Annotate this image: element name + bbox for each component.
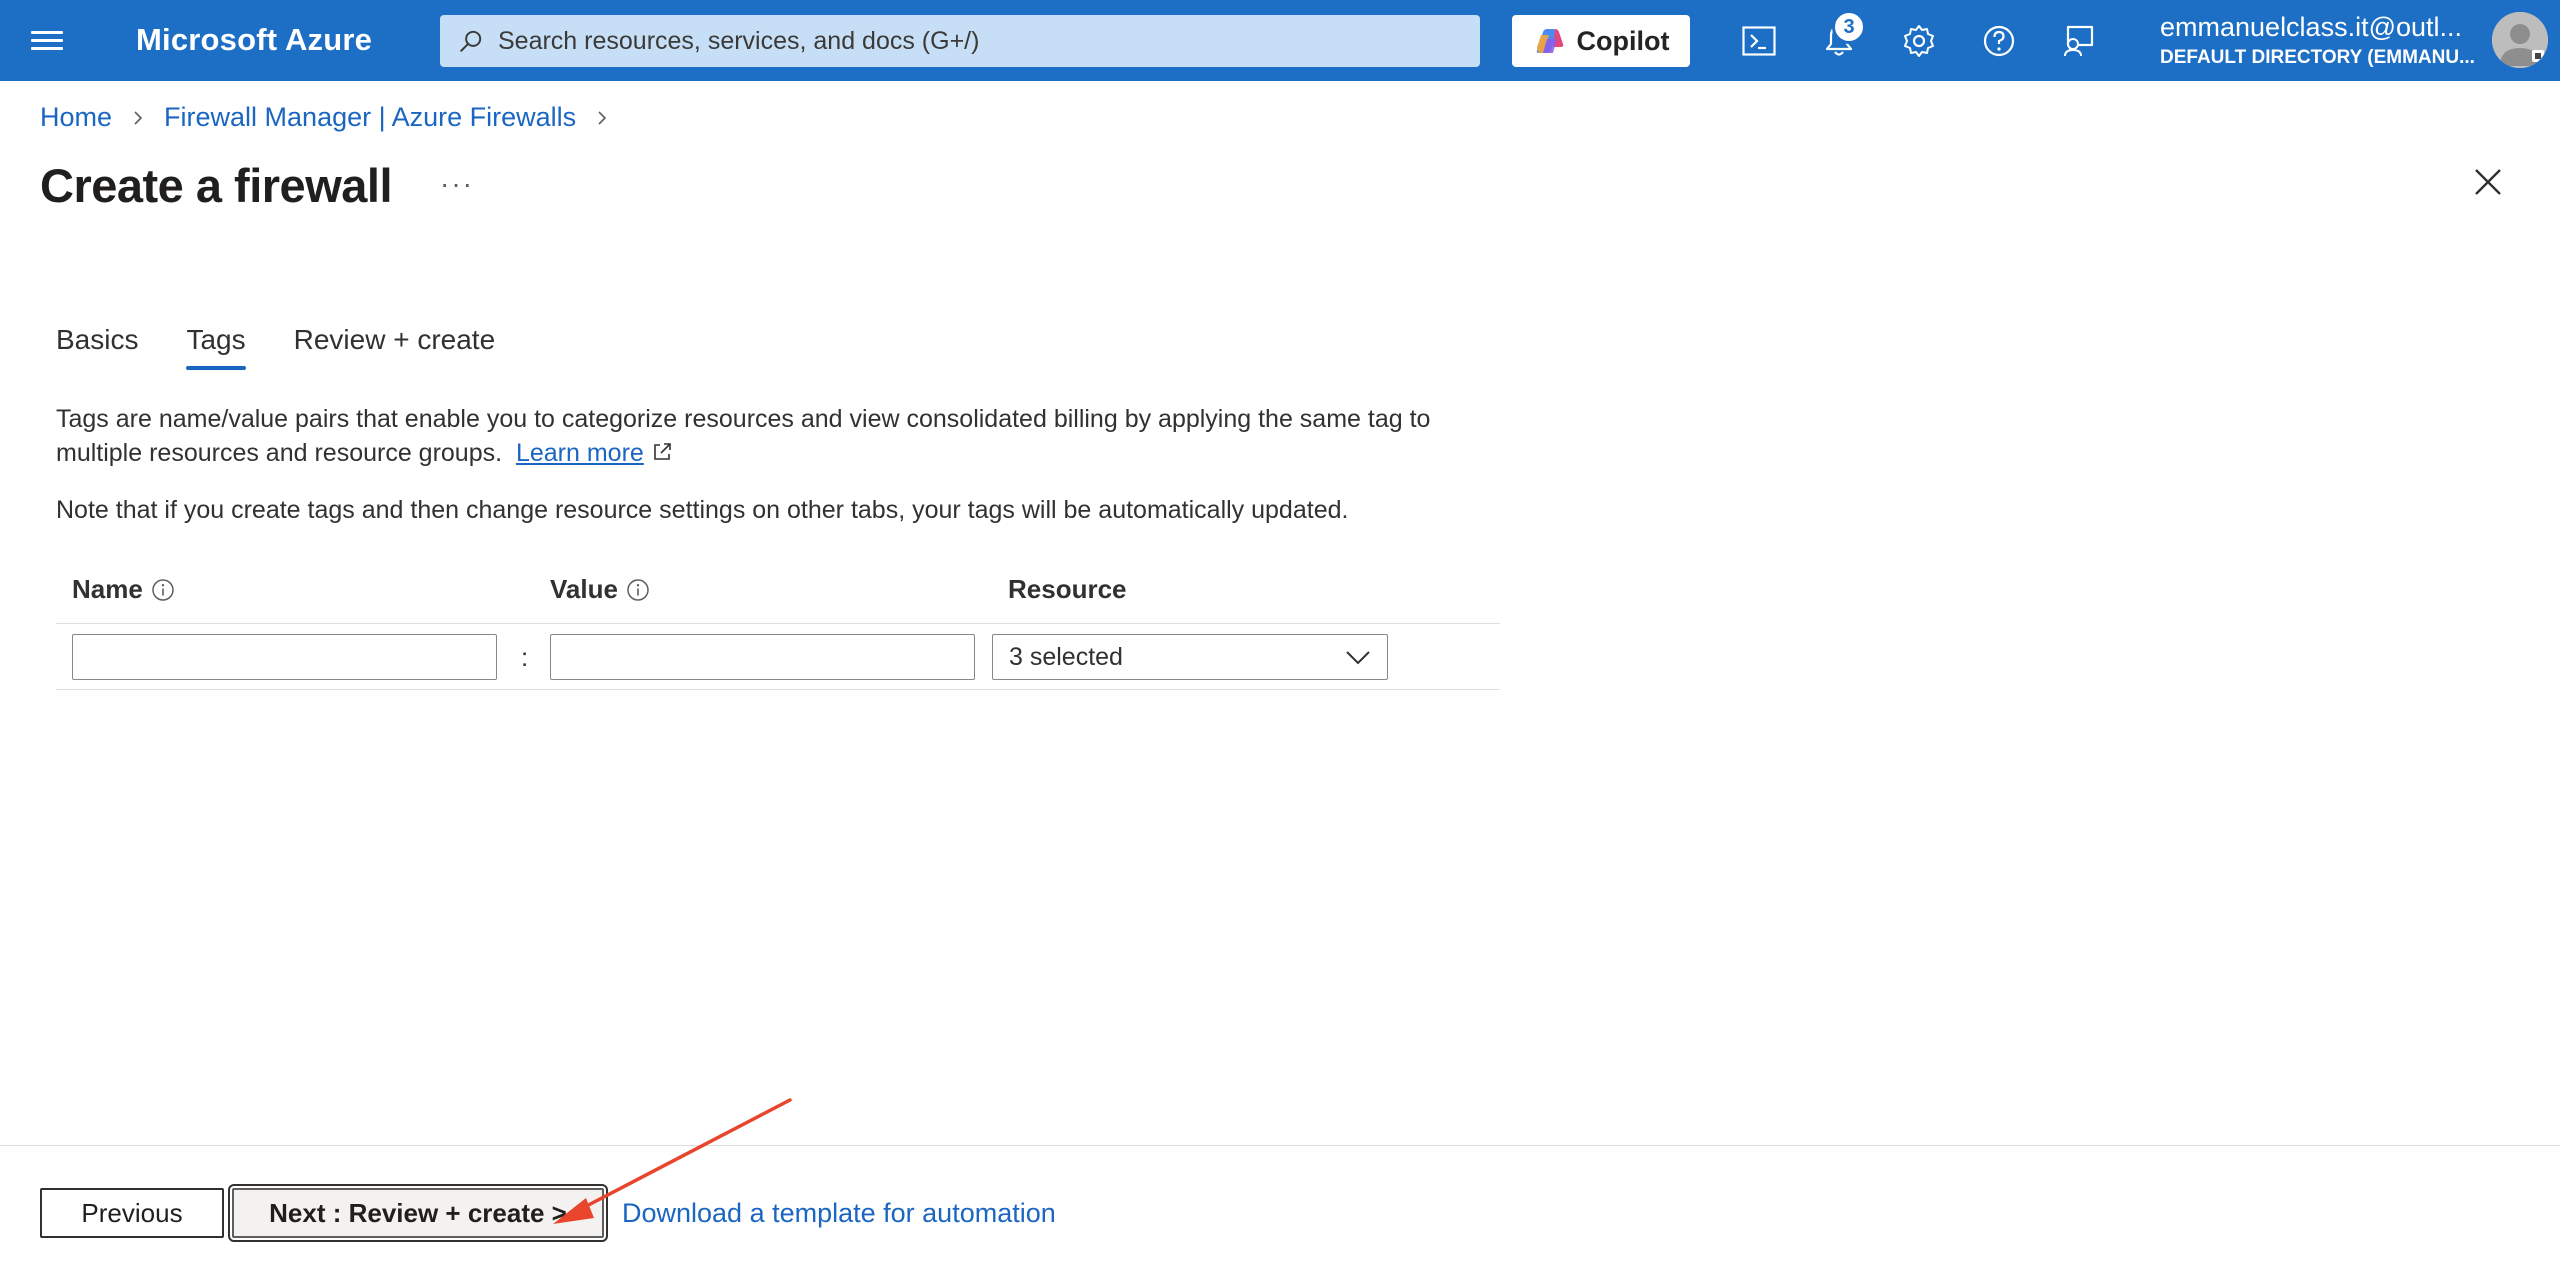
close-icon[interactable] <box>2472 166 2504 198</box>
account-menu[interactable]: emmanuelclass.it@outl... DEFAULT DIRECTO… <box>2160 12 2480 69</box>
column-name: Name <box>72 574 175 605</box>
page-title: Create a firewall <box>40 159 393 212</box>
name-value-separator: : <box>521 642 529 672</box>
breadcrumb-home[interactable]: Home <box>40 102 112 133</box>
account-directory: DEFAULT DIRECTORY (EMMANU... <box>2160 47 2475 68</box>
info-icon[interactable] <box>626 578 650 602</box>
cloud-shell-button[interactable] <box>1738 20 1780 62</box>
chevron-right-icon <box>598 110 607 125</box>
tags-table-header: Name Value Resource <box>56 568 1500 624</box>
cloud-shell-icon <box>1742 26 1776 56</box>
resource-dropdown-value: 3 selected <box>1009 642 1123 671</box>
resource-dropdown[interactable]: 3 selected <box>992 634 1388 680</box>
notification-badge: 3 <box>1832 10 1866 44</box>
breadcrumb: Home Firewall Manager | Azure Firewalls <box>40 102 628 133</box>
learn-more-link[interactable]: Learn more <box>516 439 644 467</box>
tab-tags[interactable]: Tags <box>186 324 246 370</box>
avatar[interactable] <box>2492 12 2548 68</box>
tags-note: Note that if you create tags and then ch… <box>56 496 1349 524</box>
search-box[interactable]: Search resources, services, and docs (G+… <box>440 15 1480 67</box>
brand-title[interactable]: Microsoft Azure <box>136 22 372 58</box>
wizard-tabs: Basics Tags Review + create <box>56 324 543 370</box>
previous-button[interactable]: Previous <box>40 1188 224 1238</box>
download-template-link[interactable]: Download a template for automation <box>622 1198 1056 1229</box>
table-row: : 3 selected <box>56 626 1500 690</box>
tab-basics[interactable]: Basics <box>56 324 138 370</box>
tag-value-input[interactable] <box>550 634 975 680</box>
chevron-down-icon <box>1346 651 1370 665</box>
external-link-icon[interactable] <box>651 441 673 463</box>
copilot-button[interactable]: Copilot <box>1512 15 1690 67</box>
description-text: Tags are name/value pairs that enable yo… <box>56 405 1431 467</box>
tag-name-input[interactable] <box>72 634 497 680</box>
copilot-label: Copilot <box>1576 25 1670 56</box>
gear-icon <box>1904 25 1934 57</box>
copilot-icon <box>1536 29 1563 53</box>
more-options-button[interactable]: ··· <box>440 168 474 200</box>
footer-bar: Previous Next : Review + create > Downlo… <box>0 1145 2560 1270</box>
chevron-right-icon <box>134 110 143 125</box>
column-name-label: Name <box>72 574 143 604</box>
help-icon <box>1983 25 2015 57</box>
avatar-person-icon <box>2492 12 2548 68</box>
column-value: Value <box>550 574 650 605</box>
top-bar: Microsoft Azure Search resources, servic… <box>0 0 2560 81</box>
settings-button[interactable] <box>1898 20 1940 62</box>
column-value-label: Value <box>550 574 618 604</box>
tab-review-create[interactable]: Review + create <box>294 324 496 370</box>
info-icon[interactable] <box>151 578 175 602</box>
menu-icon[interactable] <box>28 26 66 56</box>
feedback-icon <box>2064 25 2094 57</box>
search-placeholder: Search resources, services, and docs (G+… <box>498 26 980 55</box>
breadcrumb-firewall-manager[interactable]: Firewall Manager | Azure Firewalls <box>164 102 576 133</box>
feedback-button[interactable] <box>2058 20 2100 62</box>
column-resource-label: Resource <box>1008 574 1127 604</box>
next-review-create-button[interactable]: Next : Review + create > <box>228 1184 608 1242</box>
help-button[interactable] <box>1978 20 2020 62</box>
search-icon <box>460 30 482 52</box>
column-resource: Resource <box>1008 574 1127 605</box>
account-email: emmanuelclass.it@outl... <box>2160 12 2463 42</box>
tags-description: Tags are name/value pairs that enable yo… <box>56 402 1516 470</box>
